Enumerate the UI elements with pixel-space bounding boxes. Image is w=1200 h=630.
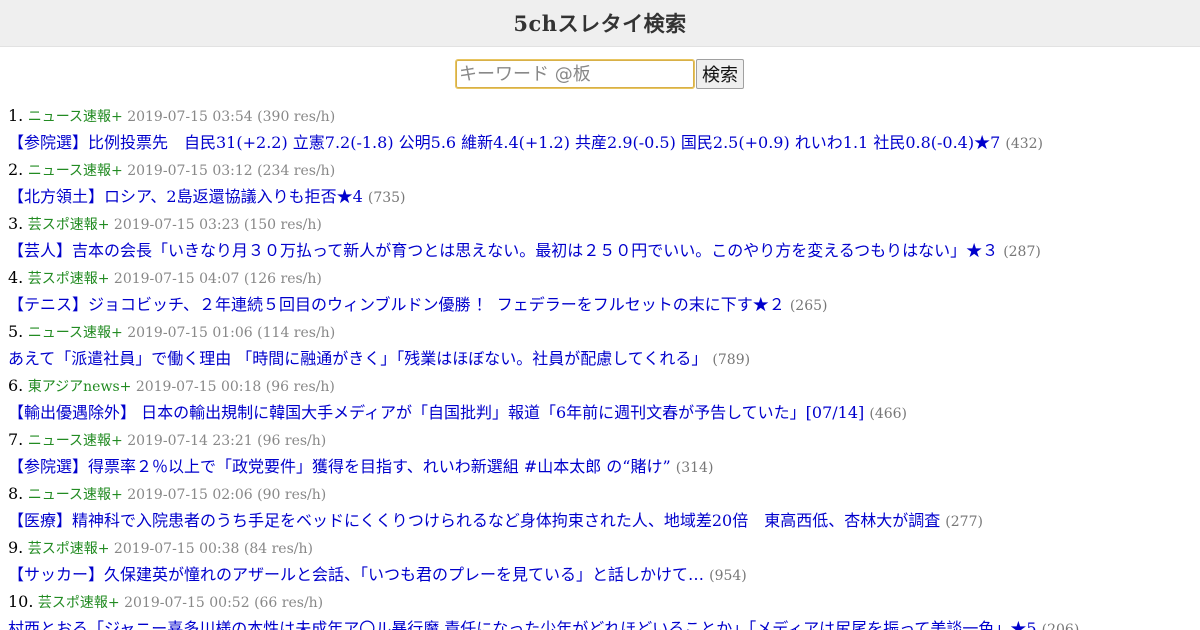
thread-title-link[interactable]: 【芸人】吉本の会長「いきなり月３０万払って新人が育つとは思えない。最初は２５０円…: [8, 241, 998, 260]
page-header: 5chスレタイ検索: [0, 0, 1200, 47]
board-link[interactable]: 芸スポ速報+: [28, 541, 110, 557]
result-title-row: 【北方領土】ロシア、2島返還協議入りも拒否★4 (735): [8, 183, 1192, 210]
post-rate: (150 res/h): [243, 217, 322, 233]
result-title-row: 【テニス】ジョコビッチ、２年連続５回目のウィンブルドン優勝 ！ フェデラーをフル…: [8, 291, 1192, 318]
post-date: 2019-07-15 03:54: [127, 109, 253, 125]
board-link[interactable]: ニュース速報+: [28, 487, 123, 503]
result-meta: 2. ニュース速報+ 2019-07-15 03:12 (234 res/h): [8, 156, 1192, 183]
result-meta: 8. ニュース速報+ 2019-07-15 02:06 (90 res/h): [8, 480, 1192, 507]
search-form: 検索: [0, 58, 1200, 90]
result-title-row: 【医療】精神科で入院患者のうち手足をベッドにくくりつけられるなど身体拘束された人…: [8, 507, 1192, 534]
result-number: 1.: [8, 106, 24, 125]
post-rate: (90 res/h): [257, 487, 327, 503]
board-link[interactable]: ニュース速報+: [28, 163, 123, 179]
response-count: (954): [709, 568, 747, 584]
result-number: 5.: [8, 322, 24, 341]
response-count: (287): [1003, 244, 1041, 260]
result-number: 4.: [8, 268, 24, 287]
response-count: (789): [712, 352, 751, 368]
response-count: (206): [1041, 622, 1080, 630]
result-meta: 1. ニュース速報+ 2019-07-15 03:54 (390 res/h): [8, 102, 1192, 129]
thread-title-link[interactable]: 【北方領土】ロシア、2島返還協議入りも拒否★4: [8, 187, 363, 206]
thread-title-link[interactable]: 【テニス】ジョコビッチ、２年連続５回目のウィンブルドン優勝 ！ フェデラーをフル…: [8, 295, 785, 314]
post-rate: (66 res/h): [254, 595, 324, 611]
post-rate: (96 res/h): [265, 379, 335, 395]
post-rate: (96 res/h): [257, 433, 327, 449]
search-button[interactable]: 検索: [696, 59, 744, 89]
post-date: 2019-07-15 03:23: [113, 217, 240, 233]
post-rate: (114 res/h): [257, 325, 336, 341]
post-date: 2019-07-15 00:38: [113, 541, 240, 557]
board-link[interactable]: ニュース速報+: [28, 433, 123, 449]
result-meta: 4. 芸スポ速報+ 2019-07-15 04:07 (126 res/h): [8, 264, 1192, 291]
result-meta: 3. 芸スポ速報+ 2019-07-15 03:23 (150 res/h): [8, 210, 1192, 237]
result-number: 8.: [8, 484, 24, 503]
post-date: 2019-07-15 01:06: [127, 325, 253, 341]
result-title-row: あえて「派遣社員」で働く理由 「時間に融通がきく」「残業はほぼない。社員が配慮し…: [8, 345, 1192, 372]
thread-title-link[interactable]: 【参院選】比例投票先 自民31(+2.2) 立憲7.2(-1.8) 公明5.6 …: [8, 133, 1000, 152]
result-title-row: 【輸出優遇除外】 日本の輸出規制に韓国大手メディアが「自国批判」報道「6年前に週…: [8, 399, 1192, 426]
result-number: 6.: [8, 376, 24, 395]
thread-title-link[interactable]: あえて「派遣社員」で働く理由 「時間に融通がきく」「残業はほぼない。社員が配慮し…: [8, 349, 707, 368]
page-title: 5chスレタイ検索: [513, 11, 687, 36]
post-date: 2019-07-15 00:18: [135, 379, 262, 395]
response-count: (432): [1005, 136, 1044, 152]
board-link[interactable]: ニュース速報+: [28, 109, 123, 125]
post-date: 2019-07-15 04:07: [113, 271, 240, 287]
response-count: (735): [367, 190, 406, 206]
post-date: 2019-07-15 02:06: [127, 487, 253, 503]
board-link[interactable]: 芸スポ速報+: [28, 271, 110, 287]
result-title-row: 【サッカー】久保建英が憧れのアザールと会話、「いつも君のプレーを見ている」と話し…: [8, 561, 1192, 588]
post-rate: (390 res/h): [257, 109, 336, 125]
result-meta: 5. ニュース速報+ 2019-07-15 01:06 (114 res/h): [8, 318, 1192, 345]
result-title-row: 【参院選】比例投票先 自民31(+2.2) 立憲7.2(-1.8) 公明5.6 …: [8, 129, 1192, 156]
post-rate: (234 res/h): [257, 163, 336, 179]
thread-title-link[interactable]: 【サッカー】久保建英が憧れのアザールと会話、「いつも君のプレーを見ている」と話し…: [8, 565, 704, 584]
thread-title-link[interactable]: 村西とおる「ジャニー喜多川様の本性は未成年ア〇ル暴行魔 責任になった少年がどれほ…: [8, 619, 1037, 630]
response-count: (265): [789, 298, 828, 314]
result-number: 10.: [8, 592, 34, 611]
result-title-row: 【参院選】得票率２％以上で「政党要件」獲得を目指す、れいわ新選組 #山本太郎 の…: [8, 453, 1192, 480]
result-number: 3.: [8, 214, 24, 233]
board-link[interactable]: ニュース速報+: [28, 325, 123, 341]
board-link[interactable]: 東アジアnews+: [28, 379, 132, 395]
post-rate: (84 res/h): [243, 541, 313, 557]
result-meta: 6. 東アジアnews+ 2019-07-15 00:18 (96 res/h): [8, 372, 1192, 399]
board-link[interactable]: 芸スポ速報+: [38, 595, 120, 611]
result-meta: 7. ニュース速報+ 2019-07-14 23:21 (96 res/h): [8, 426, 1192, 453]
response-count: (314): [675, 460, 714, 476]
result-meta: 9. 芸スポ速報+ 2019-07-15 00:38 (84 res/h): [8, 534, 1192, 561]
post-date: 2019-07-15 03:12: [127, 163, 253, 179]
result-number: 2.: [8, 160, 24, 179]
result-number: 7.: [8, 430, 24, 449]
thread-title-link[interactable]: 【輸出優遇除外】 日本の輸出規制に韓国大手メディアが「自国批判」報道「6年前に週…: [8, 403, 864, 422]
thread-title-link[interactable]: 【参院選】得票率２％以上で「政党要件」獲得を目指す、れいわ新選組 #山本太郎 の…: [8, 457, 671, 476]
search-input[interactable]: [455, 59, 695, 89]
response-count: (466): [869, 406, 908, 422]
result-number: 9.: [8, 538, 24, 557]
result-title-row: 村西とおる「ジャニー喜多川様の本性は未成年ア〇ル暴行魔 責任になった少年がどれほ…: [8, 615, 1192, 630]
thread-title-link[interactable]: 【医療】精神科で入院患者のうち手足をベッドにくくりつけられるなど身体拘束された人…: [8, 511, 940, 530]
post-date: 2019-07-15 00:52: [124, 595, 250, 611]
post-rate: (126 res/h): [243, 271, 322, 287]
result-list: 1. ニュース速報+ 2019-07-15 03:54 (390 res/h) 【…: [0, 102, 1200, 630]
result-meta: 10. 芸スポ速報+ 2019-07-15 00:52 (66 res/h): [8, 588, 1192, 615]
post-date: 2019-07-14 23:21: [127, 433, 253, 449]
response-count: (277): [945, 514, 983, 530]
board-link[interactable]: 芸スポ速報+: [28, 217, 110, 233]
result-title-row: 【芸人】吉本の会長「いきなり月３０万払って新人が育つとは思えない。最初は２５０円…: [8, 237, 1192, 264]
